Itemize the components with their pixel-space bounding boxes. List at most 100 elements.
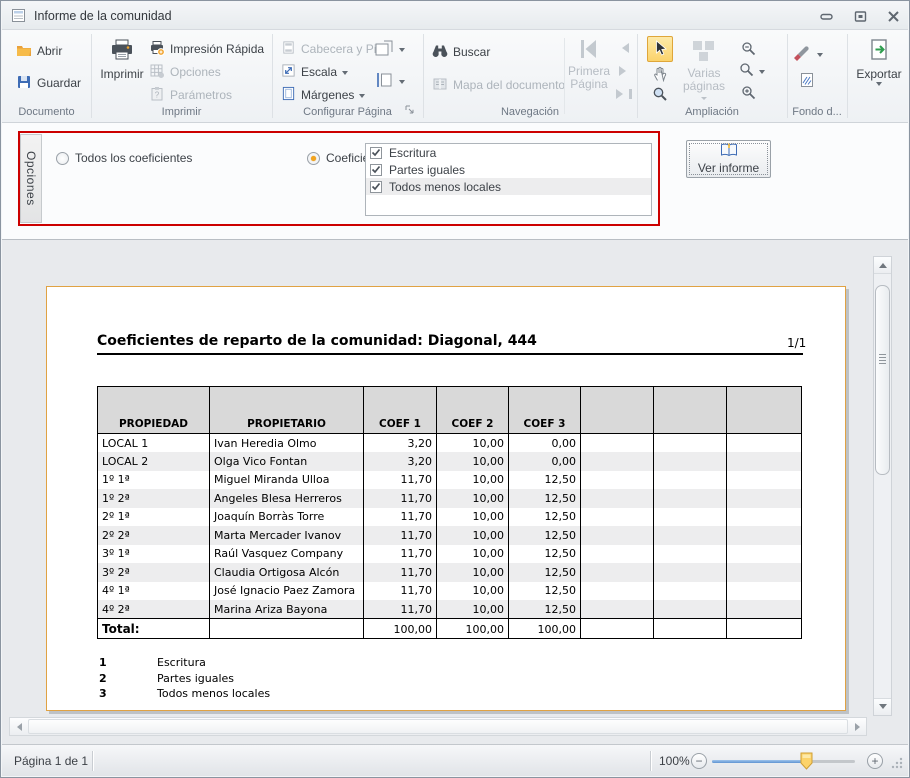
status-bar: Página 1 de 1 100% − + (2, 744, 908, 776)
header-cell: COEF 2 (437, 387, 509, 434)
table-cell (581, 563, 654, 582)
close-icon[interactable] (880, 6, 906, 26)
open-button[interactable]: Abrir (16, 41, 62, 61)
table-cell: 11,70 (364, 508, 437, 527)
margins-icon (281, 86, 296, 104)
grid-options-icon (149, 63, 165, 82)
title-bar: Informe de la comunidad (2, 2, 908, 30)
table-cell: 10,00 (437, 434, 509, 453)
checkbox-item[interactable]: Todos menos locales (366, 178, 651, 195)
view-report-button[interactable]: Ver informe (686, 140, 771, 178)
table-cell: 11,70 (364, 563, 437, 582)
header-cell: PROPIETARIO (210, 387, 364, 434)
checkbox-label: Partes iguales (389, 163, 465, 177)
quick-print-button[interactable]: Impresión Rápida (149, 39, 264, 59)
zoom-in-button[interactable]: + (867, 753, 883, 769)
chevron-down-icon (399, 80, 405, 87)
table-cell (654, 582, 727, 601)
table-cell: José Ignacio Paez Zamora (210, 582, 364, 601)
options-tab[interactable]: Opciones (20, 134, 42, 223)
zoom-out-icon[interactable] (739, 39, 757, 57)
clipboard-question-icon: ? (149, 86, 165, 105)
horizontal-scrollbar[interactable] (9, 717, 867, 736)
floppy-icon (16, 74, 32, 93)
restore-button[interactable] (847, 6, 873, 26)
table-cell: 10,00 (437, 471, 509, 490)
app-window: Informe de la comunidad Abrir Guardar Do… (0, 0, 910, 778)
table-cell (581, 582, 654, 601)
table-cell (727, 563, 802, 582)
footnote: 3Todos menos locales (99, 686, 270, 702)
export-button[interactable]: Exportar (851, 34, 907, 89)
table-cell: Olga Vico Fontan (210, 452, 364, 471)
print-button[interactable]: Imprimir (99, 34, 145, 81)
parameters-button: ? Parámetros (149, 85, 232, 105)
dialog-launcher-icon[interactable] (405, 104, 417, 116)
horizontal-scrollbar-thumb[interactable] (28, 719, 848, 734)
chevron-down-icon (399, 48, 405, 55)
report-title: Coeficientes de reparto de la comunidad:… (97, 333, 537, 349)
paper-size-button[interactable] (374, 71, 405, 91)
zoom-in-icon[interactable] (739, 83, 757, 101)
vertical-scrollbar[interactable] (873, 256, 892, 716)
page-color-button[interactable] (792, 44, 823, 64)
header-cell: PROPIEDAD (98, 387, 210, 434)
table-cell: 12,50 (509, 600, 581, 619)
minimize-button[interactable] (813, 6, 839, 26)
first-page-label-1: Primera (568, 64, 610, 78)
resize-grip[interactable] (890, 756, 903, 772)
table-cell: 3º 1ª (98, 545, 210, 564)
table-cell (654, 471, 727, 490)
table-cell (581, 508, 654, 527)
table-cell: 11,70 (364, 545, 437, 564)
hand-tool-button[interactable] (648, 64, 672, 86)
search-button[interactable]: Buscar (432, 42, 490, 62)
table-cell (727, 582, 802, 601)
parameters-label: Parámetros (170, 88, 232, 102)
radio-icon (307, 152, 320, 165)
margins-button[interactable]: Márgenes (281, 85, 365, 105)
group-caption-configurar: Configurar Página (272, 106, 423, 118)
save-button[interactable]: Guardar (16, 73, 81, 93)
zoom-slider-thumb[interactable] (800, 752, 813, 773)
app-icon (11, 8, 26, 23)
footnote: 1Escritura (99, 655, 270, 671)
zoom-dropdown-button[interactable] (739, 61, 765, 81)
document-map-icon (432, 76, 448, 95)
report-table-head-row: PROPIEDADPROPIETARIOCOEF 1COEF 2COEF 3 (98, 387, 802, 434)
thumb-grip (879, 354, 886, 365)
table-cell (727, 434, 802, 453)
pointer-tool-button[interactable] (647, 36, 673, 62)
checkbox-item[interactable]: Escritura (366, 144, 651, 161)
table-cell: 11,70 (364, 582, 437, 601)
table-cell (654, 452, 727, 471)
table-cell (654, 434, 727, 453)
table-cell (581, 471, 654, 490)
magnifier-tool-button[interactable] (650, 86, 670, 104)
checkbox-item[interactable]: Partes iguales (366, 161, 651, 178)
table-cell: 11,70 (364, 600, 437, 619)
group-caption-documento: Documento (2, 106, 91, 118)
document-preview[interactable]: Coeficientes de reparto de la comunidad:… (2, 239, 908, 745)
table-cell: 3,20 (364, 452, 437, 471)
radio-all-coefficients[interactable]: Todos los coeficientes (56, 150, 192, 166)
checkbox-checked-icon (370, 147, 382, 159)
table-cell: LOCAL 1 (98, 434, 210, 453)
zoom-out-button[interactable]: − (691, 753, 707, 769)
print-options-label: Opciones (170, 65, 221, 79)
header-footer-icon (281, 40, 296, 58)
watermark-button[interactable] (798, 72, 816, 90)
page-orientation-button[interactable] (374, 39, 405, 59)
table-cell: 10,00 (437, 563, 509, 582)
table-cell: 2º 1ª (98, 508, 210, 527)
table-cell (727, 619, 802, 639)
vertical-scrollbar-thumb[interactable] (875, 285, 890, 475)
table-row: 3º 2ªClaudia Ortigosa Alcón11,7010,0012,… (98, 563, 802, 582)
scroll-up-icon[interactable] (874, 257, 891, 274)
table-cell (727, 471, 802, 490)
scale-button[interactable]: Escala (281, 62, 348, 82)
scroll-left-icon[interactable] (10, 718, 27, 735)
scale-label: Escala (301, 65, 337, 79)
scroll-right-icon[interactable] (849, 718, 866, 735)
scroll-down-icon[interactable] (874, 698, 891, 715)
